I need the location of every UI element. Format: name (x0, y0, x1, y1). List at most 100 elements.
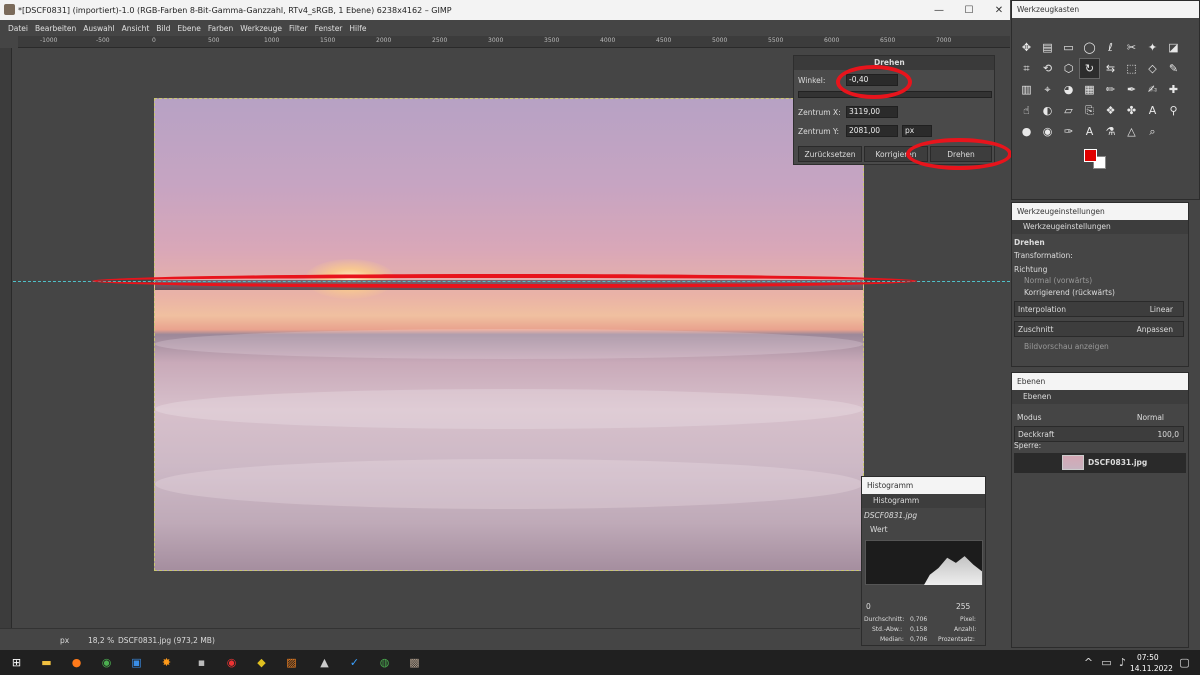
rect-select-icon[interactable]: ▭ (1058, 37, 1079, 58)
menu-werkzeuge[interactable]: Werkzeuge (240, 24, 282, 33)
unit-selector[interactable]: px (60, 636, 69, 645)
preview-checkbox[interactable]: Bildvorschau anzeigen (1024, 342, 1109, 351)
paintbrush-icon[interactable]: ✎ (1163, 58, 1184, 79)
opacity-slider[interactable]: Deckkraft 100,0 (1014, 426, 1184, 442)
blur-drop-icon[interactable]: ● (1016, 121, 1037, 142)
tool-options-tab[interactable]: Werkzeugeinstellungen (1012, 220, 1188, 234)
channel-select[interactable]: Wert (870, 525, 888, 534)
pencil-icon[interactable]: ✏ (1100, 79, 1121, 100)
interpolation-select[interactable]: Interpolation Linear (1014, 301, 1184, 317)
app-icon[interactable]: ▪ (195, 656, 208, 669)
start-icon[interactable]: ⊞ (10, 656, 23, 669)
network-icon[interactable]: ▭ (1100, 656, 1113, 669)
app-icon[interactable]: ◍ (378, 656, 391, 669)
color-picker-icon[interactable]: ⚲ (1163, 100, 1184, 121)
direction-label: Richtung (1014, 265, 1048, 274)
notification-icon[interactable]: ▢ (1178, 656, 1191, 669)
photo-sunset-beach[interactable] (154, 98, 864, 571)
paths-icon[interactable]: ✤ (1121, 100, 1142, 121)
menu-ebene[interactable]: Ebene (177, 24, 200, 33)
warp-icon[interactable]: ⬡ (1058, 58, 1079, 79)
airbrush-icon[interactable]: ✒ (1121, 79, 1142, 100)
range-min[interactable]: 0 (866, 602, 871, 611)
tray-chevron-icon[interactable]: ^ (1082, 656, 1095, 669)
gradient-icon[interactable]: ▥ (1016, 79, 1037, 100)
chrome-icon[interactable]: ◉ (100, 656, 113, 669)
scissors-icon[interactable]: ✂ (1121, 37, 1142, 58)
menu-datei[interactable]: Datei (8, 24, 28, 33)
layer-row[interactable]: DSCF0831.jpg (1014, 453, 1186, 473)
gradient-tool-icon[interactable]: ▦ (1079, 79, 1100, 100)
paths-tool-icon[interactable]: ✑ (1058, 121, 1079, 142)
unified-transform-icon[interactable]: ⟲ (1037, 58, 1058, 79)
app-icon[interactable]: ◆ (255, 656, 268, 669)
clipping-select[interactable]: Zuschnitt Anpassen (1014, 321, 1184, 337)
direction-normal-radio[interactable]: Normal (vorwärts) (1024, 276, 1092, 285)
dodge-icon[interactable]: ◐ (1037, 100, 1058, 121)
horizontal-ruler[interactable]: -1000 -500 0 500 1000 1500 2000 2500 300… (18, 36, 1010, 48)
smudge-tool-icon[interactable]: ◉ (1037, 121, 1058, 142)
close-button[interactable]: ✕ (984, 0, 1014, 20)
maximize-button[interactable]: ☐ (954, 0, 984, 20)
layers-tab[interactable]: Ebenen (1012, 390, 1188, 404)
clock-date[interactable]: 14.11.2022 (1130, 664, 1173, 673)
lasso-icon[interactable]: ℓ (1100, 37, 1121, 58)
range-max[interactable]: 255 (956, 602, 970, 611)
gimp-taskbar-icon[interactable]: ▩ (408, 656, 421, 669)
menu-ansicht[interactable]: Ansicht (122, 24, 150, 33)
flip-icon[interactable]: ⇆ (1100, 58, 1121, 79)
zoom-icon[interactable]: ⌕ (1142, 121, 1163, 142)
menu-fenster[interactable]: Fenster (315, 24, 343, 33)
app-icon[interactable]: ◉ (225, 656, 238, 669)
tool-options-panel: Werkzeugeinstellungen Werkzeugeinstellun… (1011, 202, 1189, 367)
text-icon[interactable]: A (1079, 121, 1100, 142)
heal-icon[interactable]: ✚ (1163, 79, 1184, 100)
app-icon[interactable]: ✓ (348, 656, 361, 669)
menu-filter[interactable]: Filter (289, 24, 308, 33)
move-tool-icon[interactable]: ✥ (1016, 37, 1037, 58)
eraser-icon[interactable]: ▱ (1058, 100, 1079, 121)
zoom-level[interactable]: 18,2 % (88, 636, 114, 645)
align-tool-icon[interactable]: ▤ (1037, 37, 1058, 58)
vertical-ruler[interactable] (0, 48, 12, 628)
fuzzy-select-icon[interactable]: ✦ (1142, 37, 1163, 58)
ellipse-select-icon[interactable]: ◯ (1079, 37, 1100, 58)
clock-time[interactable]: 07:50 (1137, 653, 1159, 662)
mode-select[interactable]: Modus Normal (1014, 409, 1184, 425)
volume-icon[interactable]: ♪ (1116, 656, 1129, 669)
app-icon[interactable]: ✸ (160, 656, 173, 669)
foreground-color-swatch[interactable] (1084, 149, 1097, 162)
firefox-icon[interactable]: ● (70, 656, 83, 669)
file-explorer-icon[interactable]: ▬ (40, 656, 53, 669)
perspective-icon[interactable]: ◇ (1142, 58, 1163, 79)
app-icon[interactable]: ▣ (130, 656, 143, 669)
direction-corrective-radio[interactable]: Korrigierend (rückwärts) (1024, 288, 1115, 297)
menu-farben[interactable]: Farben (208, 24, 233, 33)
app-icon[interactable]: ▲ (318, 656, 331, 669)
count-label: Anzahl: (954, 626, 977, 633)
text-tool-icon[interactable]: A (1142, 100, 1163, 121)
minimize-button[interactable]: — (924, 0, 954, 20)
rotate-tool-icon[interactable]: ↻ (1079, 58, 1100, 79)
app-icon[interactable]: ▨ (285, 656, 298, 669)
crop-tool-icon[interactable]: ⌗ (1016, 58, 1037, 79)
foreground-select-icon[interactable]: ◪ (1163, 37, 1184, 58)
smudge-icon[interactable]: ☝ (1016, 100, 1037, 121)
bucket-fill-icon[interactable]: ◕ (1058, 79, 1079, 100)
handle-transform-icon[interactable]: ⌖ (1037, 79, 1058, 100)
reset-button[interactable]: Zurücksetzen (798, 146, 862, 162)
measure-icon[interactable]: △ (1121, 121, 1142, 142)
clone-icon[interactable]: ⎘ (1079, 100, 1100, 121)
blur-icon[interactable]: ❖ (1100, 100, 1121, 121)
ink-icon[interactable]: ✍ (1142, 79, 1163, 100)
menu-auswahl[interactable]: Auswahl (83, 24, 114, 33)
menu-bild[interactable]: Bild (156, 24, 170, 33)
menu-bearbeiten[interactable]: Bearbeiten (35, 24, 76, 33)
eyedropper-icon[interactable]: ⚗ (1100, 121, 1121, 142)
cage-icon[interactable]: ⬚ (1121, 58, 1142, 79)
center-y-input[interactable]: 2081,00 (846, 125, 898, 137)
menu-hilfe[interactable]: Hilfe (349, 24, 366, 33)
histogram-tab[interactable]: Histogramm (862, 494, 985, 508)
unit-select[interactable]: px (902, 125, 932, 137)
center-x-input[interactable]: 3119,00 (846, 106, 898, 118)
